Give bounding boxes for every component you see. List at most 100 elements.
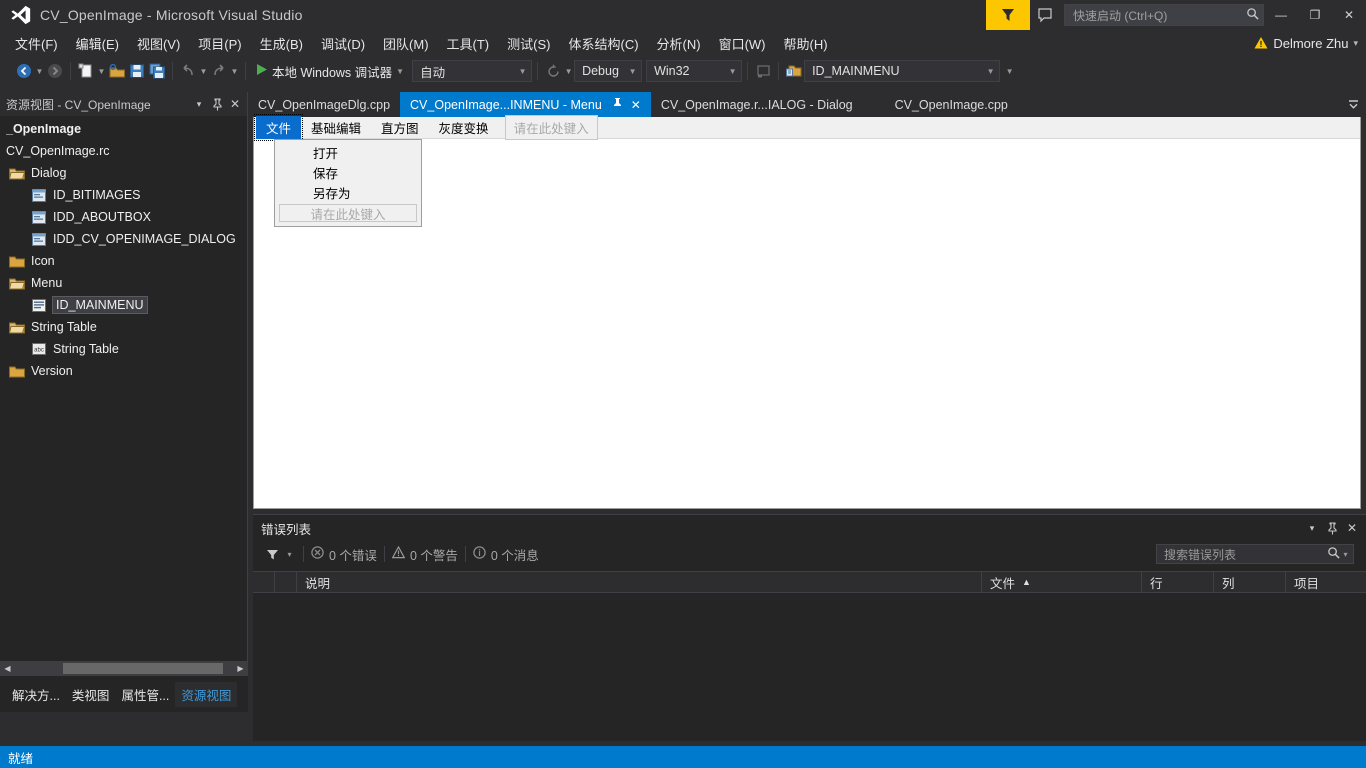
- document-tab-mainmenu-menu[interactable]: CV_OpenImage...INMENU - Menu ✕: [400, 92, 651, 117]
- start-debugging-button[interactable]: 本地 Windows 调试器 ▼: [251, 62, 408, 81]
- tab-property-manager[interactable]: 属性管...: [115, 682, 175, 707]
- panel-dropdown-icon[interactable]: ▾: [1302, 517, 1322, 539]
- pin-icon[interactable]: [208, 94, 226, 114]
- designer-menu-item-open[interactable]: 打开: [275, 142, 421, 162]
- tree-node-string-table-folder[interactable]: String Table: [0, 316, 247, 338]
- resource-tree-horizontal-scrollbar[interactable]: ◀ ▶: [0, 661, 248, 676]
- pin-icon[interactable]: [1322, 517, 1342, 539]
- feedback-smiley-icon[interactable]: [1030, 0, 1060, 30]
- menu-item-view[interactable]: 视图(V): [128, 31, 189, 56]
- menu-item-team[interactable]: 团队(M): [374, 31, 438, 56]
- tree-node-dialog-folder[interactable]: Dialog: [0, 162, 247, 184]
- menu-item-help[interactable]: 帮助(H): [775, 31, 837, 56]
- toolbar-overflow-icon[interactable]: ▼: [1004, 60, 1015, 82]
- quick-launch-input[interactable]: 快速启动 (Ctrl+Q): [1064, 4, 1264, 26]
- designer-menu-histogram[interactable]: 直方图: [371, 116, 429, 139]
- designer-menubar-placeholder[interactable]: 请在此处键入: [504, 115, 598, 140]
- designer-menu-gray-transform[interactable]: 灰度变换: [429, 116, 499, 139]
- redo-caret-icon[interactable]: ▼: [229, 60, 240, 82]
- document-tab-close-icon[interactable]: ✕: [631, 98, 641, 112]
- tree-node-rc-file[interactable]: CV_OpenImage.rc: [0, 140, 247, 162]
- tree-node-id-bitimages[interactable]: ID_BITIMAGES: [0, 184, 247, 206]
- tree-node-id-mainmenu[interactable]: ID_MAINMENU: [0, 294, 247, 316]
- error-list-search-input[interactable]: 搜索错误列表 ▾: [1156, 544, 1354, 564]
- panel-close-icon[interactable]: ✕: [1342, 517, 1362, 539]
- solution-platform-combo[interactable]: Win32 ▼: [646, 60, 743, 82]
- chevron-down-icon[interactable]: ▼: [516, 67, 529, 76]
- designer-menu-item-save[interactable]: 保存: [275, 162, 421, 182]
- open-folder-icon[interactable]: [107, 60, 127, 82]
- tree-node-project[interactable]: _OpenImage: [0, 118, 247, 140]
- filter-funnel-icon[interactable]: [261, 548, 283, 561]
- undo-caret-icon[interactable]: ▼: [198, 60, 209, 82]
- account-caret-icon[interactable]: ▾: [1353, 38, 1358, 49]
- warning-count-toggle[interactable]: 0 个警告: [391, 545, 458, 564]
- account-area[interactable]: Delmore Zhu ▾: [1254, 30, 1358, 56]
- minimize-button[interactable]: —: [1264, 0, 1298, 30]
- close-button[interactable]: ✕: [1332, 0, 1366, 30]
- menu-item-edit[interactable]: 编辑(E): [67, 31, 128, 56]
- scroll-left-icon[interactable]: ◀: [0, 661, 15, 676]
- tree-node-idd-aboutbox[interactable]: IDD_ABOUTBOX: [0, 206, 247, 228]
- tree-node-version-folder[interactable]: Version: [0, 360, 247, 382]
- scroll-right-icon[interactable]: ▶: [233, 661, 248, 676]
- chevron-down-icon[interactable]: ▼: [984, 67, 997, 76]
- platform-auto-combo[interactable]: 自动 ▼: [412, 60, 533, 82]
- column-header-column[interactable]: 列: [1214, 572, 1286, 592]
- chevron-down-icon[interactable]: ▼: [726, 67, 739, 76]
- tree-node-menu-folder[interactable]: Menu: [0, 272, 247, 294]
- pane-dropdown-icon[interactable]: ▾: [190, 94, 208, 114]
- navigate-forward-icon[interactable]: [45, 60, 65, 82]
- menu-item-analyze[interactable]: 分析(N): [648, 31, 710, 56]
- scrollbar-thumb[interactable]: [63, 663, 223, 674]
- new-file-icon[interactable]: [76, 60, 96, 82]
- tab-class-view[interactable]: 类视图: [66, 682, 116, 707]
- redo-icon[interactable]: [209, 60, 229, 82]
- menu-item-build[interactable]: 生成(B): [251, 31, 312, 56]
- column-header-file[interactable]: 文件 ▲: [982, 572, 1142, 592]
- search-icon[interactable]: [1327, 546, 1340, 562]
- maximize-button[interactable]: ❐: [1298, 0, 1332, 30]
- refresh-caret-icon[interactable]: ▼: [563, 60, 574, 82]
- designer-menu-item-save-as[interactable]: 另存为: [275, 182, 421, 202]
- new-file-caret-icon[interactable]: ▼: [96, 60, 107, 82]
- document-tab-dialog[interactable]: CV_OpenImage.r...IALOG - Dialog: [651, 92, 863, 117]
- column-header-project[interactable]: 项目: [1286, 572, 1366, 592]
- designer-menu-file[interactable]: 文件: [253, 114, 304, 141]
- column-header-description[interactable]: 说明: [297, 572, 982, 592]
- menu-item-debug[interactable]: 调试(D): [312, 31, 374, 56]
- pane-close-icon[interactable]: ✕: [226, 94, 244, 114]
- search-caret-icon[interactable]: ▾: [1340, 550, 1351, 559]
- save-icon[interactable]: [127, 60, 147, 82]
- designer-menu-basic-edit[interactable]: 基础编辑: [301, 116, 371, 139]
- menu-item-file[interactable]: 文件(F): [6, 31, 67, 56]
- designer-dropdown-placeholder[interactable]: 请在此处键入: [279, 204, 417, 222]
- resource-id-combo[interactable]: ID_MAINMENU ▼: [804, 60, 1001, 82]
- tab-solution-explorer[interactable]: 解决方...: [6, 682, 66, 707]
- navigate-back-caret-icon[interactable]: ▼: [34, 60, 45, 82]
- tree-node-idd-cv-openimage-dialog[interactable]: IDD_CV_OPENIMAGE_DIALOG: [0, 228, 247, 250]
- menu-item-window[interactable]: 窗口(W): [710, 31, 775, 56]
- navigate-back-icon[interactable]: [14, 60, 34, 82]
- pin-icon[interactable]: [612, 97, 623, 112]
- error-count-toggle[interactable]: 0 个错误: [311, 545, 377, 564]
- tree-node-string-table-item[interactable]: abc String Table: [0, 338, 247, 360]
- save-all-icon[interactable]: [147, 60, 167, 82]
- tab-resource-view[interactable]: 资源视图: [175, 681, 238, 707]
- undo-icon[interactable]: [178, 60, 198, 82]
- document-tab-cv-openimage-cpp[interactable]: CV_OpenImage.cpp: [885, 92, 1018, 117]
- start-debugging-caret-icon[interactable]: ▼: [396, 67, 404, 76]
- message-count-toggle[interactable]: 0 个消息: [473, 545, 539, 564]
- menu-designer-surface[interactable]: 文件 基础编辑 直方图 灰度变换 请在此处键入 打开 保存 另存为 请在此处键入: [253, 114, 1361, 509]
- column-header-spacer-1[interactable]: [253, 572, 275, 592]
- column-header-line[interactable]: 行: [1142, 572, 1214, 592]
- menu-item-tools[interactable]: 工具(T): [438, 31, 499, 56]
- menu-item-architecture[interactable]: 体系结构(C): [559, 31, 647, 56]
- document-tab-cv-openimagedlg-cpp[interactable]: CV_OpenImageDlg.cpp: [248, 92, 400, 117]
- menu-item-project[interactable]: 项目(P): [189, 31, 250, 56]
- menu-item-test[interactable]: 测试(S): [498, 31, 559, 56]
- new-window-icon[interactable]: [753, 60, 773, 82]
- solution-configuration-combo[interactable]: Debug ▼: [574, 60, 643, 82]
- column-header-spacer-2[interactable]: [275, 572, 297, 592]
- refresh-icon[interactable]: [543, 60, 563, 82]
